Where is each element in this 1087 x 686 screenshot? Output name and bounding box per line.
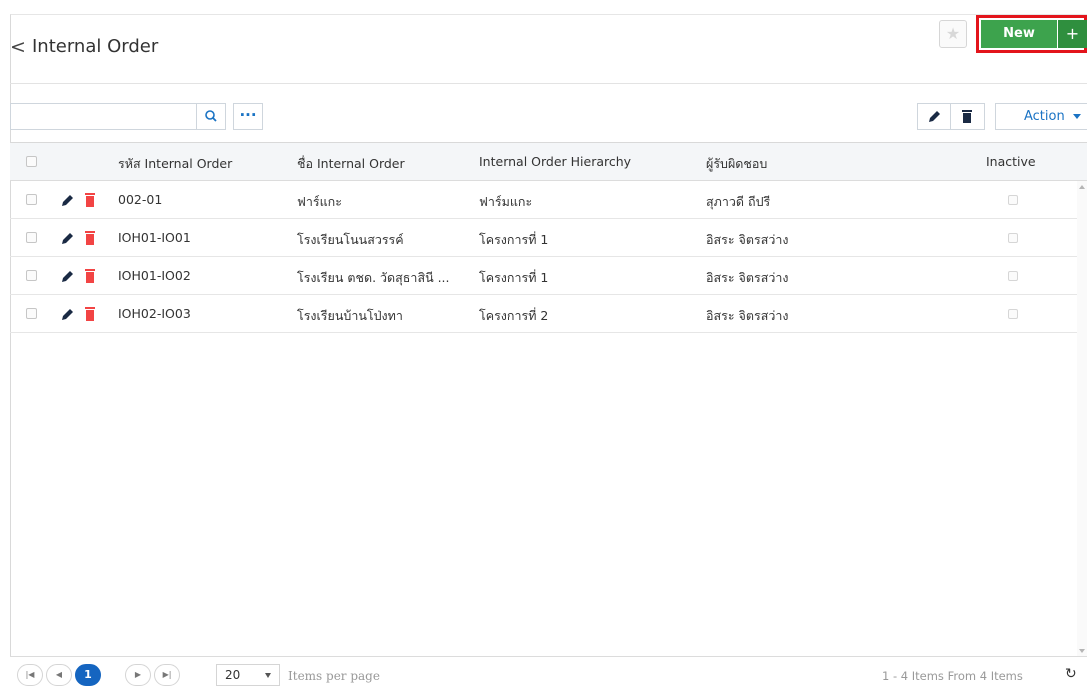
delete-selected-button[interactable]: [951, 103, 985, 130]
cell-hierarchy: โครงการที่ 2: [479, 308, 549, 323]
column-header-inactive[interactable]: Inactive: [986, 154, 1036, 169]
cell-name: โรงเรียนบ้านโป่งทา: [297, 308, 403, 323]
cell-hierarchy: โครงการที่ 1: [479, 232, 549, 247]
table-row[interactable]: IOH01-IO02 โรงเรียน ตชด. วัดสุธาสินี ...…: [10, 257, 1077, 295]
caret-down-icon: [1072, 114, 1081, 119]
page-number-button[interactable]: 1: [75, 664, 101, 686]
table-row[interactable]: IOH01-IO01 โรงเรียนโนนสวรรค์ โครงการที่ …: [10, 219, 1077, 257]
page-header: < Internal Order: [10, 14, 1087, 84]
search-icon: [205, 110, 217, 122]
column-header-hierarchy[interactable]: Internal Order Hierarchy: [479, 154, 631, 169]
last-page-icon: ▶|: [162, 670, 172, 679]
inactive-checkbox[interactable]: [1008, 195, 1018, 205]
next-page-button[interactable]: ▶: [125, 664, 151, 686]
inactive-checkbox[interactable]: [1008, 271, 1018, 281]
pencil-icon: [929, 111, 940, 122]
table-row[interactable]: IOH02-IO03 โรงเรียนบ้านโป่งทา โครงการที่…: [10, 295, 1077, 333]
row-edit-icon[interactable]: [61, 269, 75, 283]
row-edit-icon[interactable]: [61, 193, 75, 207]
search-button[interactable]: [196, 103, 226, 130]
row-delete-icon[interactable]: [84, 193, 96, 207]
search-input[interactable]: [10, 103, 196, 130]
cell-code: IOH02-IO03: [118, 306, 191, 321]
row-checkbox[interactable]: [26, 232, 37, 243]
column-header-owner[interactable]: ผู้รับผิดชอบ: [706, 154, 767, 174]
inactive-checkbox[interactable]: [1008, 233, 1018, 243]
inactive-checkbox[interactable]: [1008, 309, 1018, 319]
last-page-button[interactable]: ▶|: [154, 664, 180, 686]
column-header-code[interactable]: รหัส Internal Order: [118, 154, 232, 174]
column-header-name[interactable]: ชื่อ Internal Order: [297, 154, 405, 174]
cell-code: 002-01: [118, 192, 163, 207]
cell-hierarchy: โครงการที่ 1: [479, 270, 549, 285]
row-edit-icon[interactable]: [61, 307, 75, 321]
more-options-button[interactable]: ···: [233, 103, 263, 130]
cell-owner: อิสระ จิตรสว่าง: [706, 308, 789, 323]
edit-selected-button[interactable]: [917, 103, 951, 130]
ellipsis-icon: ···: [239, 106, 257, 124]
row-edit-icon[interactable]: [61, 231, 75, 245]
cell-owner: อิสระ จิตรสว่าง: [706, 270, 789, 285]
trash-icon: [962, 110, 972, 123]
row-checkbox[interactable]: [26, 270, 37, 281]
action-label: Action: [1024, 109, 1065, 124]
cell-name: โรงเรียน ตชด. วัดสุธาสินี ...: [297, 270, 450, 285]
page-title: Internal Order: [32, 36, 159, 57]
row-checkbox[interactable]: [26, 194, 37, 205]
row-delete-icon[interactable]: [84, 231, 96, 245]
first-page-icon: |◀: [25, 670, 35, 679]
cell-code: IOH01-IO01: [118, 230, 191, 245]
caret-down-icon: [265, 673, 271, 678]
grid-scrollbar[interactable]: [1077, 181, 1087, 657]
cell-name: โรงเรียนโนนสวรรค์: [297, 232, 404, 247]
row-delete-icon[interactable]: [84, 307, 96, 321]
previous-page-icon: ◀: [55, 670, 63, 679]
next-page-icon: ▶: [134, 670, 142, 679]
cell-owner: อิสระ จิตรสว่าง: [706, 232, 789, 247]
star-icon: ★: [945, 24, 961, 43]
action-dropdown[interactable]: Action: [995, 103, 1087, 130]
cell-hierarchy: ฟาร์มแกะ: [479, 194, 533, 209]
page-size-value: 20: [225, 668, 241, 682]
internal-order-grid: รหัส Internal Order ชื่อ Internal Order …: [10, 142, 1087, 657]
scroll-up-arrow-icon[interactable]: [1079, 185, 1085, 189]
favorite-star-button[interactable]: ★: [939, 20, 967, 48]
back-chevron-icon[interactable]: <: [10, 36, 26, 58]
table-row[interactable]: 002-01 ฟาร์แกะ ฟาร์มแกะ สุภาวดี ถีปรี: [10, 181, 1077, 219]
new-button[interactable]: New: [981, 20, 1057, 48]
grid-pager: |◀ ◀ 1 ▶ ▶| 20 Items per page 1 - 4 Item…: [10, 656, 1087, 686]
row-delete-icon[interactable]: [84, 269, 96, 283]
scroll-down-arrow-icon[interactable]: [1079, 649, 1085, 653]
cell-owner: สุภาวดี ถีปรี: [706, 194, 771, 209]
first-page-button[interactable]: |◀: [17, 664, 43, 686]
items-per-page-label: Items per page: [288, 669, 380, 683]
new-plus-button[interactable]: +: [1058, 20, 1087, 48]
select-all-checkbox[interactable]: [26, 156, 37, 167]
previous-page-button[interactable]: ◀: [46, 664, 72, 686]
refresh-icon[interactable]: ↻: [1065, 666, 1077, 682]
range-info: 1 - 4 Items From 4 Items: [882, 669, 1023, 683]
cell-code: IOH01-IO02: [118, 268, 191, 283]
page-size-select[interactable]: 20: [216, 664, 280, 686]
row-checkbox[interactable]: [26, 308, 37, 319]
cell-name: ฟาร์แกะ: [297, 194, 342, 209]
grid-header: รหัส Internal Order ชื่อ Internal Order …: [10, 143, 1087, 181]
